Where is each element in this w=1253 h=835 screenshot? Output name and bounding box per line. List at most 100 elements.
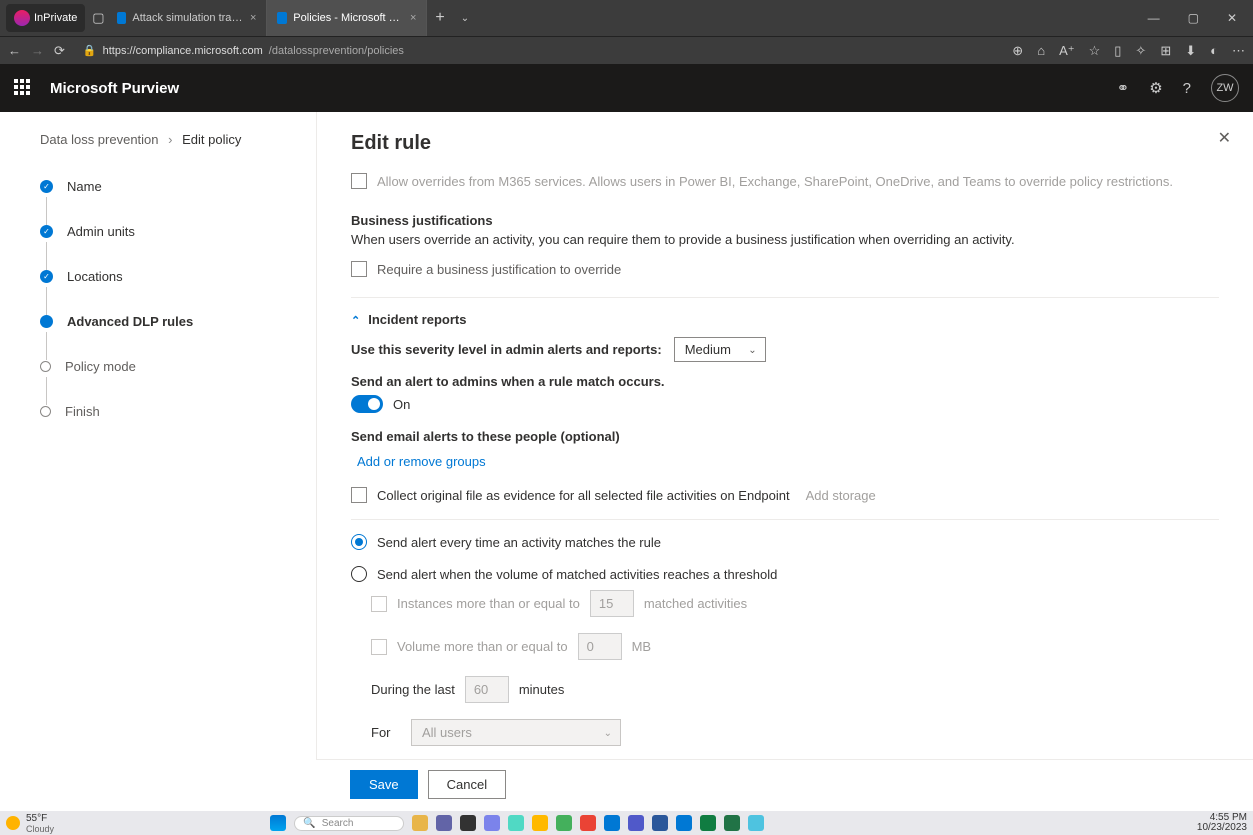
chevron-right-icon: › [168, 132, 172, 147]
breadcrumb-root[interactable]: Data loss prevention [40, 132, 159, 147]
breadcrumb: Data loss prevention › Edit policy [40, 132, 316, 147]
weather-widget[interactable]: 55°F Cloudy [6, 813, 54, 834]
browser-tab-strip: InPrivate ▢ Attack simulation training -… [0, 0, 1253, 36]
check-icon [40, 180, 53, 193]
taskbar-app-icon[interactable] [628, 815, 644, 831]
for-select: All users ⌄ [411, 719, 621, 746]
tab-actions-icon[interactable]: ▢ [89, 0, 107, 36]
taskbar-app-icon[interactable] [436, 815, 452, 831]
inprivate-label: InPrivate [34, 12, 77, 24]
during-unit: minutes [519, 682, 565, 697]
diagnostics-icon[interactable]: ⚭ [1117, 79, 1130, 97]
volume-unit: MB [632, 639, 652, 654]
read-aloud-icon[interactable]: A⁺ [1059, 43, 1075, 59]
product-title: Microsoft Purview [50, 80, 179, 97]
clock-date: 10/23/2023 [1197, 823, 1247, 833]
taskbar-app-icon[interactable] [700, 815, 716, 831]
taskbar-app-icon[interactable] [508, 815, 524, 831]
business-justifications-heading: Business justifications [351, 213, 1219, 228]
url-path: /datalossprevention/policies [269, 45, 404, 57]
taskbar-app-icon[interactable] [652, 815, 668, 831]
require-justification-checkbox[interactable] [351, 261, 367, 277]
instances-input [590, 590, 634, 617]
taskbar-app-icon[interactable] [412, 815, 428, 831]
severity-select[interactable]: Medium ⌄ [674, 337, 766, 362]
collections-icon[interactable]: ⊞ [1160, 43, 1171, 59]
browser-tab-active[interactable]: Policies - Microsoft Purview × [267, 0, 427, 36]
taskbar-app-icon[interactable] [604, 815, 620, 831]
alert-threshold-radio[interactable] [351, 566, 367, 582]
shopping-icon[interactable]: ⌂ [1037, 43, 1045, 59]
wizard-sidebar: Data loss prevention › Edit policy Name … [0, 112, 316, 811]
zoom-icon[interactable]: ⊕ [1012, 43, 1023, 59]
cancel-button[interactable]: Cancel [428, 770, 506, 799]
during-label: During the last [371, 682, 455, 697]
allow-overrides-label: Allow overrides from M365 services. Allo… [377, 174, 1173, 189]
search-placeholder: Search [322, 818, 354, 829]
collect-file-checkbox[interactable] [351, 487, 367, 503]
taskbar-app-icon[interactable] [460, 815, 476, 831]
favorites-bar-icon[interactable]: ✧ [1135, 43, 1146, 59]
step-advanced-dlp-rules[interactable]: Advanced DLP rules [40, 314, 316, 329]
browser-tab[interactable]: Attack simulation training - Mic × [107, 0, 267, 36]
instances-label: Instances more than or equal to [397, 596, 580, 611]
refresh-icon[interactable]: ⟳ [54, 43, 65, 59]
app-header: Microsoft Purview ⚭ ⚙ ? ZW [0, 64, 1253, 112]
shield-icon [277, 12, 287, 24]
email-alerts-label: Send email alerts to these people (optio… [351, 429, 1219, 444]
url-field[interactable]: 🔒 https://compliance.microsoft.com/datal… [75, 41, 412, 60]
tab-title: Attack simulation training - Mic [132, 12, 244, 24]
current-step-icon [40, 315, 53, 328]
save-button[interactable]: Save [350, 770, 418, 799]
forward-icon: → [31, 43, 44, 58]
taskbar-app-icon[interactable] [748, 815, 764, 831]
inprivate-badge[interactable]: InPrivate [6, 4, 85, 32]
window-close-icon[interactable]: ✕ [1219, 7, 1245, 29]
back-icon[interactable]: ← [8, 43, 21, 58]
collect-file-label: Collect original file as evidence for al… [377, 488, 790, 503]
step-name[interactable]: Name [40, 179, 316, 194]
taskbar-app-icon[interactable] [676, 815, 692, 831]
start-icon[interactable] [270, 815, 286, 831]
close-panel-icon[interactable]: ✕ [1218, 128, 1231, 148]
divider [351, 519, 1219, 520]
favorite-icon[interactable]: ☆ [1089, 43, 1101, 59]
alert-admin-toggle[interactable] [351, 395, 383, 413]
taskbar-app-icon[interactable] [580, 815, 596, 831]
step-admin-units[interactable]: Admin units [40, 224, 316, 239]
split-icon[interactable]: ▯ [1114, 43, 1121, 59]
open-step-icon [40, 406, 51, 417]
weather-icon [6, 816, 20, 830]
weather-temp: 55°F [26, 813, 54, 824]
help-icon[interactable]: ? [1183, 80, 1191, 97]
shield-icon [117, 12, 126, 24]
extensions-icon[interactable]: ⬇ [1185, 43, 1196, 59]
step-locations[interactable]: Locations [40, 269, 316, 284]
taskbar-app-icon[interactable] [532, 815, 548, 831]
volume-input [578, 633, 622, 660]
taskbar-app-icon[interactable] [484, 815, 500, 831]
profile-avatar-icon [14, 10, 30, 26]
settings-gear-icon[interactable]: ⚙ [1149, 79, 1162, 97]
app-launcher-icon[interactable] [14, 79, 32, 97]
search-icon: 🔍 [303, 818, 315, 829]
incident-reports-toggle[interactable]: ⌄ Incident reports [351, 312, 1219, 327]
new-tab-button[interactable]: + [427, 0, 452, 36]
user-avatar[interactable]: ZW [1211, 74, 1239, 102]
more-icon[interactable]: ⋯ [1232, 43, 1245, 59]
minimize-icon[interactable]: — [1140, 7, 1168, 29]
taskbar-app-icon[interactable] [556, 815, 572, 831]
taskbar-clock[interactable]: 4:55 PM 10/23/2023 [1197, 813, 1247, 833]
tab-dropdown-icon[interactable]: ⌄ [453, 0, 477, 36]
maximize-icon[interactable]: ▢ [1180, 7, 1207, 29]
allow-overrides-checkbox[interactable] [351, 173, 367, 189]
business-justifications-desc: When users override an activity, you can… [351, 232, 1219, 247]
instances-suffix: matched activities [644, 596, 747, 611]
close-icon[interactable]: × [410, 12, 416, 24]
alert-every-radio[interactable] [351, 534, 367, 550]
taskbar-app-icon[interactable] [724, 815, 740, 831]
close-icon[interactable]: × [250, 12, 256, 24]
add-remove-groups-link[interactable]: Add or remove groups [357, 454, 1219, 469]
browser-profile-icon[interactable]: ◐ [1210, 43, 1218, 59]
taskbar-search[interactable]: 🔍 Search [294, 816, 404, 831]
